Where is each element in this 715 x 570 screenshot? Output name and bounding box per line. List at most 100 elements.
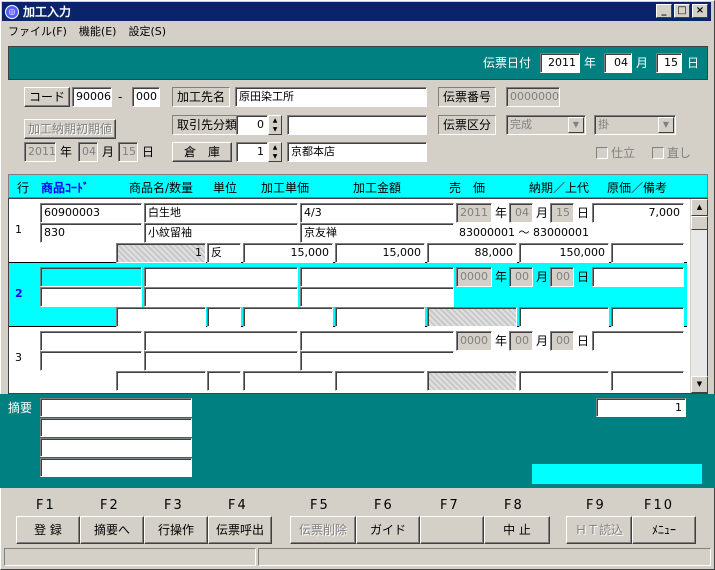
row-spec[interactable]: 4/3 xyxy=(300,203,454,223)
month-unit: 月 xyxy=(636,56,649,70)
summary-count: 1 xyxy=(596,398,686,417)
maximize-icon[interactable]: □ xyxy=(674,4,690,18)
row-amount[interactable]: 15,000 xyxy=(335,243,425,263)
row-code2[interactable] xyxy=(40,351,142,371)
slip-type-dropdown-icon[interactable]: ▼ xyxy=(658,117,674,133)
slip-class-dropdown-icon[interactable]: ▼ xyxy=(568,117,584,133)
row-sale-price[interactable] xyxy=(427,371,517,391)
row-cost[interactable] xyxy=(592,331,684,351)
menu-function[interactable]: 機能(E) xyxy=(73,23,123,39)
trade-class-spinner[interactable]: ▲ ▼ xyxy=(268,115,282,135)
row-name2[interactable]: 小紋留袖 xyxy=(144,223,298,243)
summary-line-1[interactable] xyxy=(40,398,192,417)
initial-period-button[interactable]: 加工納期初期値 xyxy=(24,119,116,139)
row-operation-button[interactable]: 行操作 xyxy=(144,516,208,544)
row-name[interactable]: 白生地 xyxy=(144,203,298,223)
ht-import-button[interactable]: ＨＴ読込 xyxy=(566,516,632,544)
row-retail[interactable] xyxy=(519,371,609,391)
row-qty[interactable] xyxy=(116,371,206,391)
slip-number-field: 00000009 xyxy=(506,87,560,107)
row-unit-price[interactable] xyxy=(243,307,333,327)
close-icon[interactable]: × xyxy=(692,4,708,18)
row-name2[interactable] xyxy=(144,351,298,371)
grid-scrollbar[interactable]: ▲ ▼ xyxy=(690,199,708,393)
warehouse-button[interactable]: 倉 庫 xyxy=(172,142,232,162)
row-spec[interactable] xyxy=(300,267,454,287)
row-spec2[interactable] xyxy=(300,287,454,307)
row-cost[interactable] xyxy=(592,267,684,287)
row-sale-price[interactable]: 88,000 xyxy=(427,243,517,263)
register-button[interactable]: 登 録 xyxy=(16,516,80,544)
row-unit[interactable] xyxy=(207,371,241,391)
row-spec2[interactable] xyxy=(300,351,454,371)
delete-slip-button[interactable]: 伝票削除 xyxy=(290,516,356,544)
row-due-year[interactable]: 0000 xyxy=(456,267,492,287)
code-button[interactable]: コード xyxy=(24,87,70,107)
row-due-year[interactable]: 2011 xyxy=(456,203,492,223)
row-code[interactable]: 60900003 xyxy=(40,203,142,223)
row-retail[interactable]: 150,000 xyxy=(519,243,609,263)
row-spec2[interactable]: 京友禅 xyxy=(300,223,454,243)
row-due-day[interactable]: 00 xyxy=(550,267,574,287)
status-pane-1 xyxy=(4,548,256,566)
code-sub-input[interactable]: 000 xyxy=(132,87,160,107)
warehouse-input[interactable]: 1 xyxy=(236,142,268,162)
row-code[interactable] xyxy=(40,331,142,351)
summary-line-4[interactable] xyxy=(40,458,192,477)
menu-bar: ファイル(F) 機能(E) 設定(S) xyxy=(2,22,711,40)
warehouse-spinner[interactable]: ▲ ▼ xyxy=(268,142,282,162)
row-name2[interactable] xyxy=(144,287,298,307)
code-input[interactable]: 90006 xyxy=(72,87,112,107)
row-cost[interactable]: 7,000 xyxy=(592,203,684,223)
scroll-down-icon[interactable]: ▼ xyxy=(691,376,708,393)
summary-line-2[interactable] xyxy=(40,418,192,437)
finish-checkbox[interactable]: 仕立 xyxy=(596,144,635,161)
row-unit-price[interactable] xyxy=(243,371,333,391)
f7-button[interactable] xyxy=(420,516,484,544)
slip-date-day[interactable]: 15 xyxy=(656,53,682,73)
row-due-month[interactable]: 04 xyxy=(509,203,533,223)
row-unit[interactable] xyxy=(207,307,241,327)
row-unit[interactable]: 反 xyxy=(207,243,241,263)
row-code[interactable] xyxy=(40,267,142,287)
row-amount[interactable] xyxy=(335,307,425,327)
row-sale-price[interactable] xyxy=(427,307,517,327)
row-qty[interactable] xyxy=(116,307,206,327)
trade-class-input[interactable]: 0 xyxy=(236,115,268,135)
row-amount[interactable] xyxy=(335,371,425,391)
scroll-thumb[interactable] xyxy=(691,216,708,230)
row-name[interactable] xyxy=(144,267,298,287)
row-due-day[interactable]: 15 xyxy=(550,203,574,223)
menu-button[interactable]: ﾒﾆｭｰ xyxy=(632,516,696,544)
row-note[interactable] xyxy=(611,307,684,327)
row-qty[interactable]: 1 xyxy=(116,243,206,263)
fkey-label-f5: F5 xyxy=(310,498,330,513)
row-name[interactable] xyxy=(144,331,298,351)
row-retail[interactable] xyxy=(519,307,609,327)
menu-file[interactable]: ファイル(F) xyxy=(2,23,73,39)
row-year-unit: 年 xyxy=(495,206,508,220)
cancel-button[interactable]: 中 止 xyxy=(484,516,550,544)
row-due-day[interactable]: 00 xyxy=(550,331,574,351)
row-due-year[interactable]: 0000 xyxy=(456,331,492,351)
row-due-month[interactable]: 00 xyxy=(509,267,533,287)
row-note[interactable] xyxy=(611,243,684,263)
processor-name-input[interactable]: 原田染工所 xyxy=(235,87,427,107)
row-code2[interactable] xyxy=(40,287,142,307)
summary-line-3[interactable] xyxy=(40,438,192,457)
slip-date-month[interactable]: 04 xyxy=(604,53,632,73)
row-note[interactable] xyxy=(611,371,684,391)
row-code2[interactable]: 830 xyxy=(40,223,142,243)
minimize-icon[interactable]: _ xyxy=(656,4,672,18)
row-spec[interactable] xyxy=(300,331,454,351)
recall-slip-button[interactable]: 伝票呼出 xyxy=(208,516,272,544)
menu-settings[interactable]: 設定(S) xyxy=(122,23,172,39)
scroll-up-icon[interactable]: ▲ xyxy=(691,199,708,216)
row-due-month[interactable]: 00 xyxy=(509,331,533,351)
fix-checkbox[interactable]: 直し xyxy=(652,144,691,161)
summary-button[interactable]: 摘要へ xyxy=(80,516,144,544)
period-day: 15 xyxy=(118,142,138,162)
guide-button[interactable]: ガイド xyxy=(356,516,420,544)
row-unit-price[interactable]: 15,000 xyxy=(243,243,333,263)
slip-date-year[interactable]: 2011 xyxy=(540,53,580,73)
